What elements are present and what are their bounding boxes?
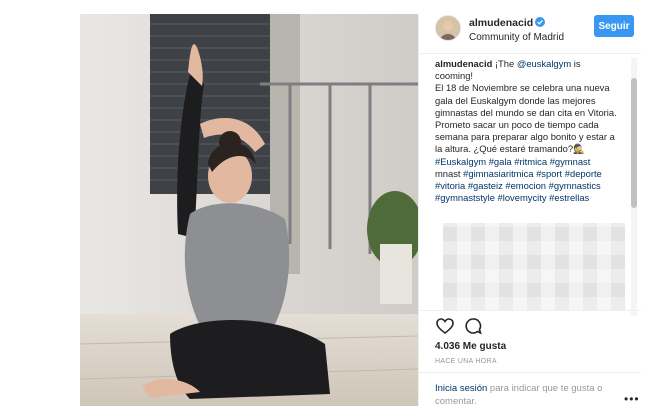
hashtag-link[interactable]: #vitoria: [435, 180, 465, 191]
hashtag-link[interactable]: #gasteiz: [468, 180, 503, 191]
caption-line: Prometo sacar un poco de tiempo cada: [435, 119, 625, 131]
post-timestamp: HACE UNA HORA: [435, 358, 497, 365]
caption-text-segment: gala del Euskalgym donde las mejores: [435, 94, 596, 106]
caption-line: almudenacid ¡The @euskalgym is: [435, 58, 625, 70]
actions-divider: [419, 310, 641, 311]
hashtag-link[interactable]: #deporte: [565, 168, 602, 179]
caption-text-segment: semana para preparar algo bonito y estar…: [435, 131, 615, 143]
caption-username[interactable]: almudenacid: [435, 58, 492, 69]
caption-line: cooming!: [435, 70, 625, 82]
caption-text: almudenacid ¡The @euskalgym is cooming! El…: [435, 58, 625, 204]
caption-text-segment: is: [571, 58, 581, 69]
caption-line: #Euskalgym #gala #ritmica #gymnast: [435, 156, 625, 168]
hashtag-link[interactable]: #gymnastics: [549, 180, 601, 191]
heart-icon[interactable]: [435, 316, 455, 336]
caption-line: #vitoria #gasteiz #emocion #gymnastics: [435, 180, 625, 192]
caption-line: la altura. ¿Qué estaré tramando?🕵: [435, 143, 625, 155]
post-header: almudenacid Community of Madrid Seguir: [419, 14, 641, 52]
hashtag-link[interactable]: #lovemycity: [498, 192, 547, 203]
blurred-comments: [443, 223, 625, 311]
header-divider: [419, 53, 641, 54]
caption-area: almudenacid ¡The @euskalgym is cooming! El…: [435, 58, 625, 316]
hashtag-link[interactable]: #gymnast: [550, 156, 591, 167]
scrollbar-thumb[interactable]: [631, 78, 637, 208]
avatar[interactable]: [435, 15, 461, 41]
caption-line: gala del Euskalgym donde las mejores: [435, 95, 625, 107]
hashtag-link[interactable]: #ritmica: [514, 156, 547, 167]
footer-divider: [419, 372, 641, 373]
caption-text-segment: Prometo sacar un poco de tiempo cada: [435, 119, 599, 131]
hashtag-link[interactable]: #sport: [536, 168, 562, 179]
login-prompt: Inicia sesión para indicar que te gusta …: [435, 382, 615, 408]
post-side-panel: almudenacid Community of Madrid Seguir a…: [419, 14, 641, 408]
caption-text-segment: ¡The: [492, 58, 517, 69]
follow-button[interactable]: Seguir: [594, 15, 634, 37]
hashtag-link[interactable]: #gymnaststyle: [435, 192, 495, 203]
location-link[interactable]: Community of Madrid: [469, 32, 564, 43]
more-options-icon[interactable]: •••: [624, 392, 640, 406]
caption-line: gimnastas del mundo se dan cita en Vitor…: [435, 107, 625, 119]
hashtag-link[interactable]: #Euskalgym: [435, 156, 486, 167]
caption-text-segment: El 18 de Noviembre se celebra una nueva: [435, 82, 610, 94]
caption-text-segment: cooming!: [435, 70, 474, 82]
hashtag-link[interactable]: #gala: [489, 156, 512, 167]
caption-line: mnast #gimnasiaritmica #sport #deporte: [435, 168, 625, 180]
comment-bubble-icon[interactable]: [463, 316, 483, 336]
login-link[interactable]: Inicia sesión: [435, 383, 487, 394]
caption-text-segment: mnast: [435, 167, 461, 179]
caption-line: El 18 de Noviembre se celebra una nueva: [435, 82, 625, 94]
comments-scrollbar[interactable]: [631, 58, 637, 316]
caption-line: semana para preparar algo bonito y estar…: [435, 131, 625, 143]
hashtag-link[interactable]: #emocion: [505, 180, 546, 191]
hashtag-link[interactable]: @euskalgym: [517, 58, 571, 69]
verified-badge-icon: [535, 17, 545, 27]
username[interactable]: almudenacid: [469, 17, 533, 29]
likes-count[interactable]: 4.036 Me gusta: [435, 341, 506, 352]
caption-text-segment: gimnastas del mundo se dan cita en Vitor…: [435, 106, 617, 118]
hashtag-link[interactable]: #estrellas: [549, 192, 589, 203]
hashtag-link[interactable]: #gimnasiaritmica: [463, 168, 533, 179]
caption-line: #gymnaststyle #lovemycity #estrellas: [435, 192, 625, 204]
gymnast-photo: [80, 14, 418, 406]
caption-text-segment: la altura. ¿Qué estaré tramando?🕵: [435, 143, 585, 155]
post-photo[interactable]: [80, 14, 418, 406]
